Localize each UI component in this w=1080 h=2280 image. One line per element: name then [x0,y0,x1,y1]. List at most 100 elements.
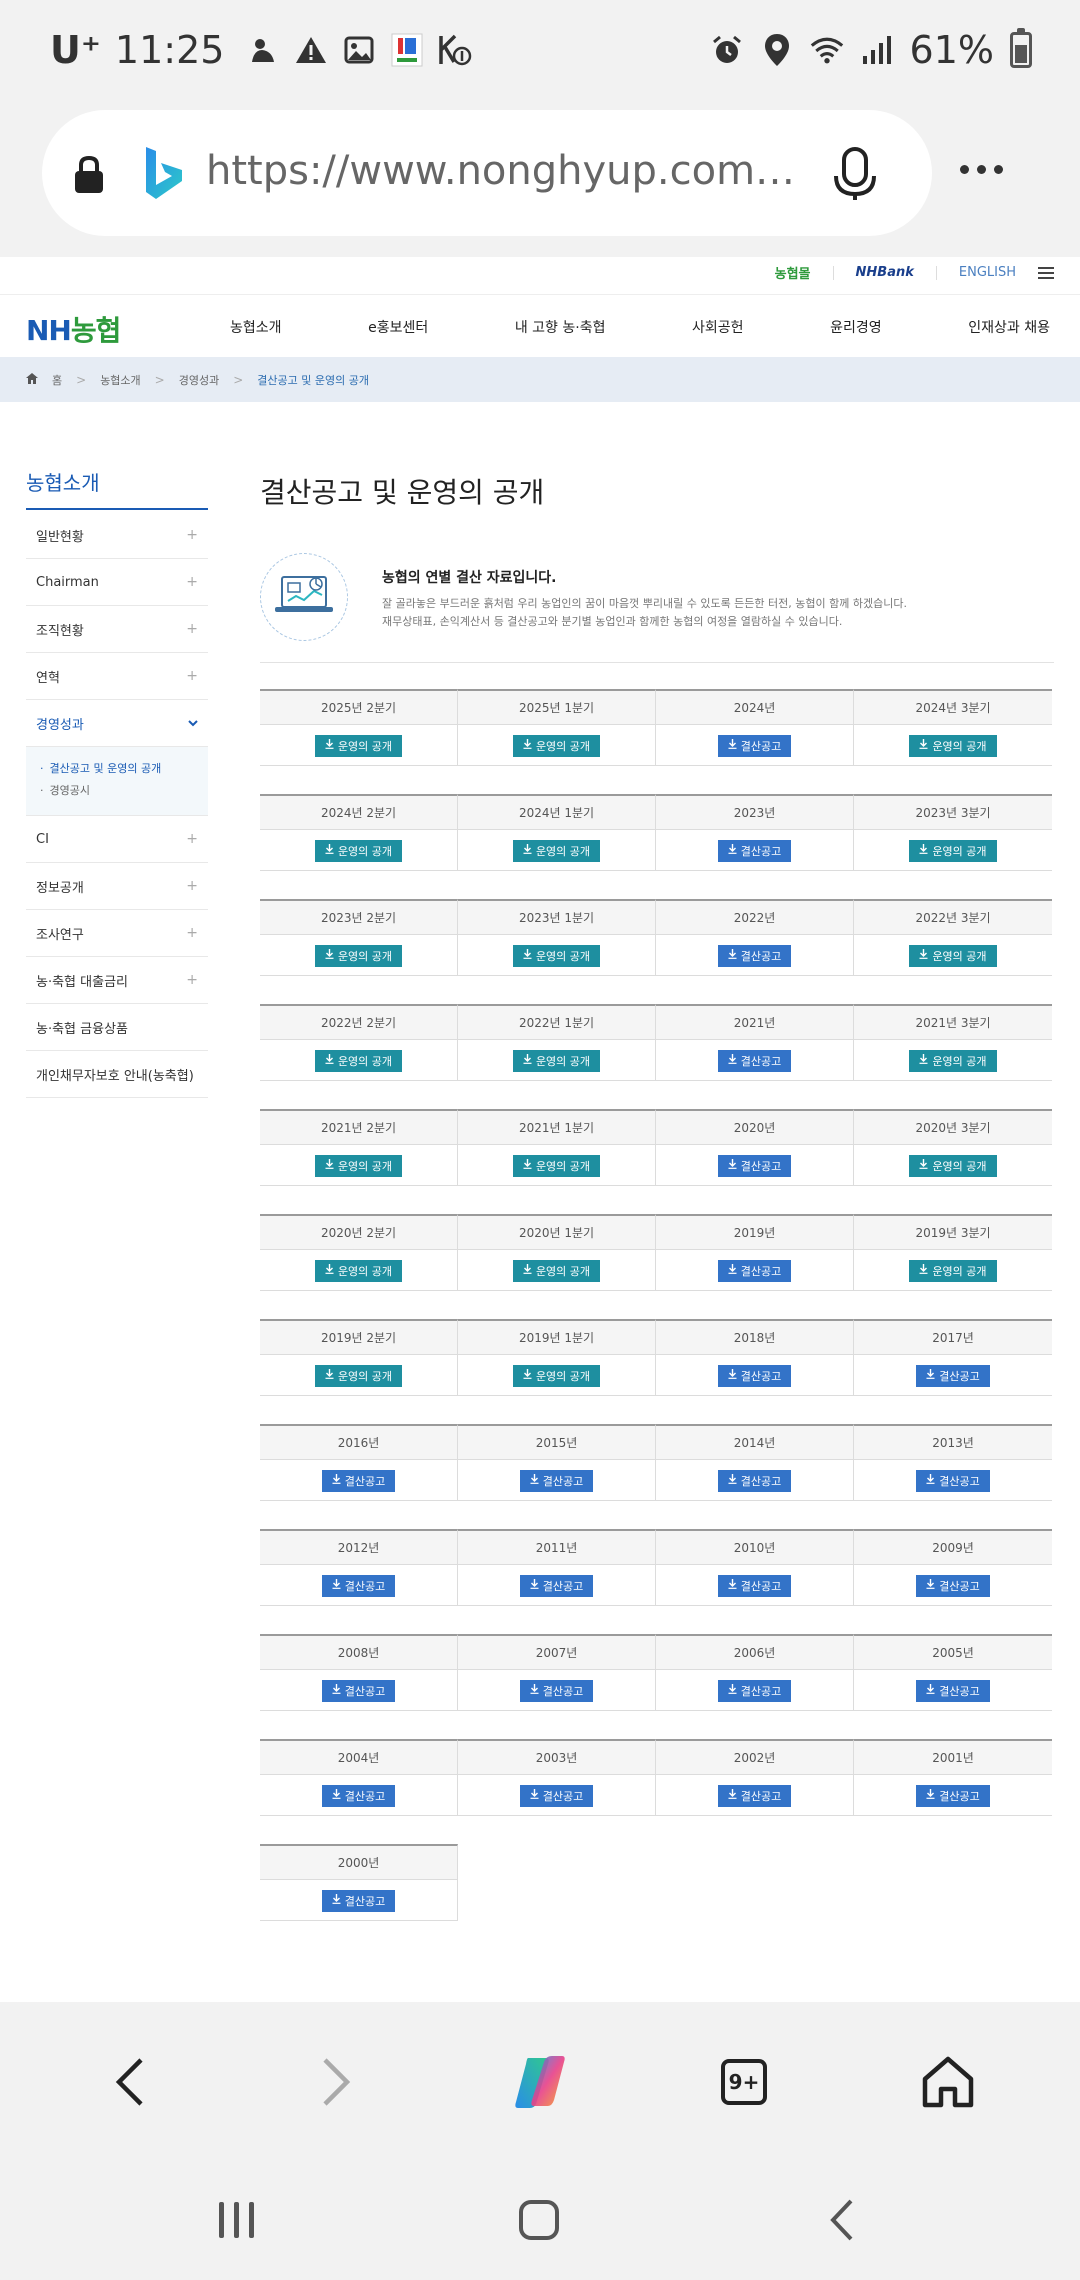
operation-disclosure-button[interactable]: 운영의 공개 [314,1364,403,1387]
sidebar-item[interactable]: 조직현황 + [26,606,208,653]
operation-disclosure-button[interactable]: 운영의 공개 [314,1259,403,1282]
sidebar-item[interactable]: 일반현황 + [26,512,208,559]
nh-bank-link[interactable]: NHBank [856,265,914,280]
sidebar-item[interactable]: 조사연구 + [26,910,208,957]
operation-disclosure-button[interactable]: 운영의 공개 [512,944,601,967]
breadcrumb-home[interactable]: 홈 [52,372,62,388]
button-label: 운영의 공개 [337,739,393,753]
home-button-icon[interactable] [509,2195,569,2245]
settlement-notice-button[interactable]: 결산공고 [321,1469,396,1492]
operation-disclosure-button[interactable]: 운영의 공개 [512,1364,601,1387]
settlement-notice-button[interactable]: 결산공고 [717,1574,792,1597]
nh-logo[interactable]: NH농협 [26,309,121,349]
tabs-button[interactable]: 9+ [714,2052,774,2112]
settlement-notice-button[interactable]: 결산공고 [321,1574,396,1597]
settlement-notice-button[interactable]: 결산공고 [717,1784,792,1807]
sidebar-item[interactable]: 연혁 + [26,653,208,700]
report-cell: 2009년 결산공고 [854,1529,1052,1606]
button-label: 운영의 공개 [337,949,393,963]
back-icon[interactable] [100,2052,160,2112]
operation-disclosure-button[interactable]: 운영의 공개 [909,734,997,757]
settlement-notice-button[interactable]: 결산공고 [717,839,792,862]
settlement-notice-button[interactable]: 결산공고 [321,1784,396,1807]
copilot-icon[interactable] [510,2052,570,2112]
system-back-icon[interactable] [812,2195,872,2245]
settlement-notice-button[interactable]: 결산공고 [519,1469,594,1492]
operation-disclosure-button[interactable]: 운영의 공개 [314,944,403,967]
more-options-icon[interactable] [960,165,1003,174]
operation-disclosure-button[interactable]: 운영의 공개 [314,1154,403,1177]
forward-icon[interactable] [306,2052,366,2112]
operation-disclosure-button[interactable]: 운영의 공개 [909,839,997,862]
settlement-notice-button[interactable]: 결산공고 [717,734,792,757]
cell-body: 결산공고 [260,1460,457,1501]
settlement-notice-button[interactable]: 결산공고 [717,1469,792,1492]
nav-careers[interactable]: 인재상과 채용 [968,317,1050,337]
settlement-notice-button[interactable]: 결산공고 [916,1574,990,1597]
settlement-notice-button[interactable]: 결산공고 [916,1364,990,1387]
nav-ethics[interactable]: 윤리경영 [830,317,882,337]
settlement-notice-button[interactable]: 결산공고 [717,1364,792,1387]
operation-disclosure-button[interactable]: 운영의 공개 [512,1049,601,1072]
settlement-notice-button[interactable]: 결산공고 [916,1679,990,1702]
report-cell: 2013년 결산공고 [854,1424,1052,1501]
settlement-notice-button[interactable]: 결산공고 [321,1679,396,1702]
microphone-icon[interactable] [830,146,880,206]
settlement-notice-button[interactable]: 결산공고 [717,1259,792,1282]
period-label: 2023년 [656,796,853,830]
submenu-item[interactable]: 경영공시 [40,779,208,801]
sidebar-item[interactable]: CI + [26,816,208,863]
sidebar-item[interactable]: 농·축협 금융상품 [26,1004,208,1051]
sidebar-item[interactable]: 정보공개 + [26,863,208,910]
download-icon [926,1579,935,1592]
nav-pr-center[interactable]: e홍보센터 [368,317,428,337]
settlement-notice-button[interactable]: 결산공고 [717,1679,792,1702]
settlement-notice-button[interactable]: 결산공고 [519,1679,594,1702]
operation-disclosure-button[interactable]: 운영의 공개 [909,1154,997,1177]
nav-about[interactable]: 농협소개 [230,317,282,337]
side-navigation: 농협소개 일반현황+ Chairman+ 조직현황+ 연혁+ 경영성과 결산공고… [26,467,208,1098]
settlement-notice-button[interactable]: 결산공고 [717,1049,792,1072]
operation-disclosure-button[interactable]: 운영의 공개 [314,734,403,757]
cell-body: 운영의 공개 [854,725,1052,766]
operation-disclosure-button[interactable]: 운영의 공개 [314,1049,403,1072]
submenu-item-active[interactable]: 결산공고 및 운영의 공개 [40,757,208,779]
button-label: 결산공고 [344,1474,386,1488]
breadcrumb-item[interactable]: 경영성과 [179,372,219,388]
operation-disclosure-button[interactable]: 운영의 공개 [512,734,601,757]
nav-social[interactable]: 사회공헌 [692,317,744,337]
operation-disclosure-button[interactable]: 운영의 공개 [314,839,403,862]
menu-icon[interactable] [1038,266,1054,279]
sidebar-item[interactable]: 개인채무자보호 안내(농축협) [26,1051,208,1098]
english-link[interactable]: ENGLISH [959,265,1016,280]
report-cell: 2025년 1분기 운영의 공개 [458,689,656,766]
home-icon[interactable] [26,372,38,387]
settlement-notice-button[interactable]: 결산공고 [321,1889,396,1912]
recent-apps-icon[interactable] [206,2195,266,2245]
url-text[interactable]: https://www.nonghyup.com/intro… [206,148,806,194]
sidebar-item-active[interactable]: 경영성과 [26,700,208,747]
button-label: 결산공고 [740,1369,782,1383]
operation-disclosure-button[interactable]: 운영의 공개 [512,1154,601,1177]
settlement-notice-button[interactable]: 결산공고 [916,1469,990,1492]
operation-disclosure-button[interactable]: 운영의 공개 [909,1049,997,1072]
settlement-notice-button[interactable]: 결산공고 [916,1784,990,1807]
home-icon[interactable] [918,2052,978,2112]
sidebar-item[interactable]: Chairman + [26,559,208,606]
download-icon [325,739,334,752]
operation-disclosure-button[interactable]: 운영의 공개 [512,1259,601,1282]
sidebar-item[interactable]: 농·축협 대출금리 + [26,957,208,1004]
breadcrumb-item[interactable]: 농협소개 [100,372,140,388]
settlement-notice-button[interactable]: 결산공고 [519,1784,594,1807]
settlement-notice-button[interactable]: 결산공고 [717,1154,792,1177]
nav-local-coop[interactable]: 내 고향 농·축협 [515,317,606,337]
lock-icon[interactable] [72,155,106,199]
settlement-notice-button[interactable]: 결산공고 [519,1574,594,1597]
nh-mall-link[interactable]: 농협몰 [775,263,811,282]
operation-disclosure-button[interactable]: 운영의 공개 [909,1259,997,1282]
settlement-notice-button[interactable]: 결산공고 [717,944,792,967]
operation-disclosure-button[interactable]: 운영의 공개 [909,944,997,967]
address-bar[interactable]: https://www.nonghyup.com/intro… [42,110,932,236]
operation-disclosure-button[interactable]: 운영의 공개 [512,839,601,862]
download-icon [728,949,737,962]
